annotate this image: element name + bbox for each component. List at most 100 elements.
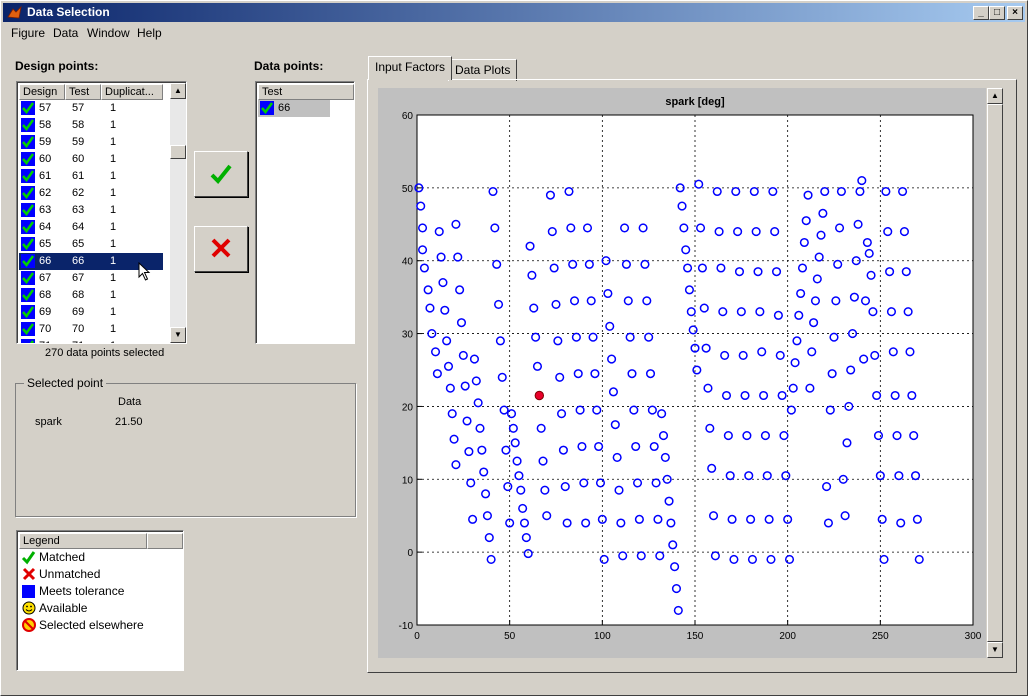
duplicates-cell: 1: [110, 136, 117, 148]
design-points-label: Design points:: [15, 59, 99, 73]
table-row[interactable]: 68 68 1: [19, 287, 163, 304]
test-cell: 64: [72, 221, 85, 233]
duplicates-cell: 1: [110, 340, 116, 343]
table-row[interactable]: 70 70 1: [19, 321, 163, 338]
check-icon: [21, 237, 35, 251]
unmatch-button[interactable]: [194, 226, 248, 272]
design-list-scrollbar[interactable]: ▲ ▼: [170, 83, 186, 343]
column-header-design[interactable]: Design: [19, 84, 65, 100]
table-row[interactable]: 65 65 1: [19, 236, 163, 253]
menu-window[interactable]: Window: [87, 26, 130, 40]
table-row[interactable]: 71 71 1: [19, 338, 163, 343]
maximize-button[interactable]: □: [989, 6, 1005, 20]
window-title: Data Selection: [27, 5, 110, 19]
x-tick-label: 100: [594, 631, 611, 642]
test-cell: 70: [72, 323, 85, 335]
plot-scroll-down-icon[interactable]: ▼: [987, 642, 1003, 658]
y-tick-label: 30: [402, 330, 414, 341]
check-icon: [210, 164, 232, 184]
duplicates-cell: 1: [110, 102, 117, 114]
menu-data[interactable]: Data: [53, 26, 78, 40]
table-row[interactable]: 57 57 1: [19, 100, 163, 117]
design-cell: 61: [39, 170, 52, 182]
duplicates-cell: 1: [110, 221, 117, 233]
close-button[interactable]: ×: [1007, 6, 1023, 20]
design-cell: 63: [39, 204, 52, 216]
test-cell: 68: [72, 289, 85, 301]
scatter-chart[interactable]: spark [deg] 0 50 100 150 200 250 300-100102030…: [378, 88, 986, 658]
duplicates-cell: 1: [110, 187, 117, 199]
design-cell: 68: [39, 289, 52, 301]
tab-data-plots[interactable]: Data Plots: [448, 59, 518, 81]
check-icon: [21, 203, 35, 217]
column-header-test[interactable]: Test: [65, 84, 101, 100]
duplicates-cell: 1: [110, 306, 117, 318]
test-cell: 62: [72, 187, 85, 199]
test-cell: 57: [72, 102, 85, 114]
design-cell: 71: [39, 340, 51, 343]
design-cell: 69: [39, 306, 52, 318]
y-tick-label: 60: [402, 111, 414, 122]
table-row[interactable]: 61 61 1: [19, 168, 163, 185]
table-row[interactable]: 63 63 1: [19, 202, 163, 219]
mouse-cursor-icon: [138, 262, 151, 281]
x-tick-label: 50: [504, 631, 516, 642]
duplicates-cell: 1: [110, 289, 117, 301]
duplicates-cell: 1: [110, 119, 117, 131]
no-entry-icon: [22, 618, 36, 632]
column-header-test[interactable]: Test: [258, 84, 354, 100]
y-tick-label: -10: [399, 621, 414, 632]
check-icon: [21, 152, 35, 166]
y-tick-label: 40: [402, 257, 414, 268]
matlab-logo-icon: [7, 5, 22, 19]
design-cell: 57: [39, 102, 52, 114]
plot-scroll-up-icon[interactable]: ▲: [987, 88, 1003, 104]
test-cell: 66: [72, 255, 85, 267]
duplicates-cell: 1: [110, 170, 117, 182]
duplicates-cell: 1: [110, 272, 117, 284]
design-cell: 62: [39, 187, 52, 199]
plot-scroll-thumb[interactable]: [987, 104, 1003, 642]
minimize-button[interactable]: _: [973, 6, 989, 20]
check-icon: [21, 551, 36, 565]
table-row[interactable]: 64 64 1: [19, 219, 163, 236]
match-button[interactable]: [194, 151, 248, 197]
check-icon: [21, 135, 35, 149]
menu-help[interactable]: Help: [137, 26, 162, 40]
selected-point-marker[interactable]: [534, 390, 545, 401]
table-row[interactable]: 58 58 1: [19, 117, 163, 134]
y-tick-label: 10: [402, 475, 414, 486]
x-tick-label: 200: [779, 631, 796, 642]
scroll-down-icon[interactable]: ▼: [170, 327, 186, 343]
table-row[interactable]: 62 62 1: [19, 185, 163, 202]
duplicates-cell: 1: [110, 323, 117, 335]
scroll-thumb[interactable]: [170, 145, 186, 159]
tab-input-factors[interactable]: Input Factors: [368, 56, 453, 80]
y-tick-label: 20: [402, 402, 414, 413]
design-points-list[interactable]: Design Test Duplicat... 57 57 1 58 58 1 59 59 1 6…: [16, 81, 187, 344]
list-item[interactable]: 66: [258, 100, 330, 117]
menu-figure[interactable]: Figure: [11, 26, 45, 40]
data-selection-window: Data Selection _ □ × Figure Data Window …: [0, 0, 1028, 696]
selected-point-panel: Selected point Data spark 21.50: [15, 376, 356, 517]
table-row[interactable]: 59 59 1: [19, 134, 163, 151]
data-points-list[interactable]: Test 66: [255, 81, 355, 344]
selected-point-value: 21.50: [115, 416, 143, 428]
design-cell: 58: [39, 119, 52, 131]
design-cell: 67: [39, 272, 52, 284]
check-icon: [21, 169, 35, 183]
title-bar[interactable]: Data Selection _ □ ×: [3, 3, 1025, 22]
design-cell: 70: [39, 323, 52, 335]
check-icon: [21, 186, 35, 200]
plot-scrollbar[interactable]: ▲ ▼: [987, 88, 1003, 658]
table-row[interactable]: 69 69 1: [19, 304, 163, 321]
scroll-up-icon[interactable]: ▲: [170, 83, 186, 99]
test-cell: 71: [72, 340, 84, 343]
legend-header: Legend: [19, 533, 147, 549]
column-header-duplicates[interactable]: Duplicat...: [101, 84, 163, 100]
table-row[interactable]: 60 60 1: [19, 151, 163, 168]
cross-icon: [211, 238, 231, 258]
design-cell: 66: [39, 255, 52, 267]
check-icon: [21, 118, 35, 132]
design-cell: 60: [39, 153, 52, 165]
